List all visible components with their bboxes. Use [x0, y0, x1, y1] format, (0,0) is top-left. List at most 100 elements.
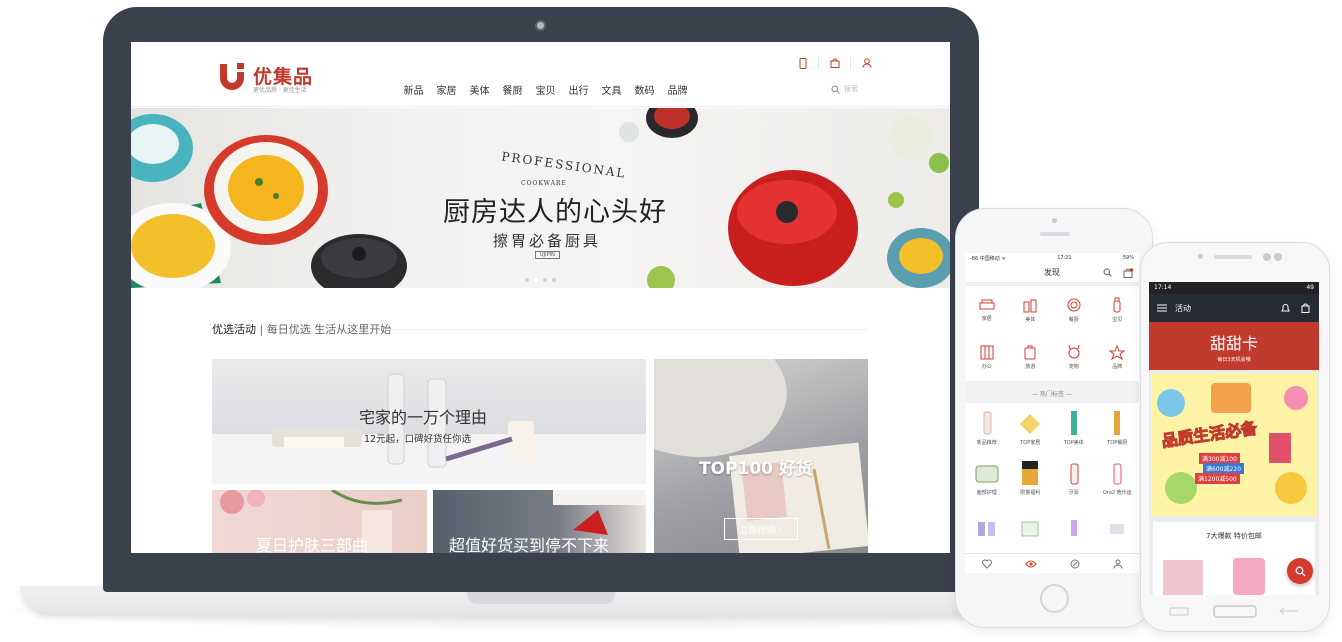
banner-title: 甜甜卡: [1209, 333, 1258, 353]
deal-card-image: [1163, 558, 1265, 595]
deal-card-title: 7大爆款 特价包邮: [1206, 532, 1262, 540]
card-title: 宅家的一万个理由: [359, 408, 488, 427]
nav-item[interactable]: 数码: [628, 82, 661, 97]
page-title: 活动: [1175, 303, 1191, 313]
nav-item[interactable]: 家居: [430, 82, 463, 97]
eye-icon[interactable]: [1024, 559, 1037, 569]
search-fab[interactable]: [1287, 558, 1313, 584]
product-item[interactable]: 限量福利: [1009, 453, 1053, 503]
phone-right-sensor: [1274, 253, 1282, 261]
banner-subtitle: 每日3天机会哦: [1217, 356, 1251, 363]
product-thumb: [1110, 524, 1125, 534]
bag-icon[interactable]: [1301, 303, 1310, 313]
page-title: 发现: [1044, 268, 1060, 277]
deal-card[interactable]: 7大爆款 特价包邮: [1153, 522, 1315, 595]
product-thumb: [1021, 521, 1039, 537]
sofa-icon: [979, 299, 995, 310]
status-time: 17:21: [1057, 255, 1072, 261]
header-icons: [787, 56, 883, 70]
menu-icon[interactable]: [1157, 304, 1167, 312]
product-grid: 新品推荐 TOP家居 TOP美体 TOP餐厨 面部护理 限量福利 牙膏 Ora2…: [965, 403, 1139, 553]
search-icon: [1295, 566, 1305, 576]
logo-tagline: 更优品质 · 更佳生活: [253, 87, 307, 94]
product-item[interactable]: [965, 503, 1009, 553]
category-item[interactable]: 旅游: [1009, 334, 1053, 382]
app-header: 发现: [965, 263, 1139, 283]
mobile-icon[interactable]: [787, 56, 819, 70]
banner-brand-sub: COOKWARE: [521, 180, 567, 187]
product-item[interactable]: [1096, 503, 1140, 553]
bag-icon[interactable]: [819, 56, 851, 70]
product-thumb: [1022, 461, 1039, 485]
search-icon[interactable]: [1103, 268, 1112, 277]
product-item[interactable]: TOP美体: [1052, 403, 1096, 453]
carousel-dot[interactable]: [525, 278, 529, 282]
status-right: 49: [1306, 284, 1314, 291]
tag-icon[interactable]: [1070, 559, 1080, 569]
product-item[interactable]: Ora2 晧乐齿: [1096, 453, 1140, 503]
nav-item[interactable]: 品牌: [661, 82, 694, 97]
tab-bar: [965, 553, 1139, 573]
promo-card-value[interactable]: 超值好货买到停不下来: [433, 490, 646, 553]
product-item[interactable]: [1052, 503, 1096, 553]
cosmetics-icon: [1023, 299, 1037, 313]
category-item[interactable]: 品牌: [1096, 334, 1140, 382]
section-subtitle: 每日优选 生活从这里开始: [266, 323, 392, 336]
user-icon[interactable]: [1113, 559, 1123, 569]
category-item[interactable]: 家居: [965, 286, 1009, 334]
nav-item[interactable]: 宝贝: [529, 82, 562, 97]
product-thumb: [1070, 463, 1079, 485]
product-item[interactable]: [1009, 503, 1053, 553]
hero-banner[interactable]: PROFESSIONAL COOKWARE 厨房达人的心头好 擦胃必备厨具 UJ…: [131, 108, 950, 288]
luggage-icon: [1024, 345, 1036, 360]
phone-right-speaker: [1214, 255, 1252, 259]
category-grid: 家居 美体 餐厨 宝贝 办公 旅游 宠物 品牌: [965, 286, 1139, 381]
product-thumb: [977, 522, 995, 536]
carousel-dot[interactable]: [552, 278, 556, 282]
status-time: 17:14: [1154, 284, 1172, 291]
activity-banner[interactable]: 甜甜卡 每日3天机会哦: [1149, 322, 1319, 370]
product-item[interactable]: 面部护理: [965, 453, 1009, 503]
category-item[interactable]: 美体: [1009, 286, 1053, 334]
promo-card-home[interactable]: 宅家的一万个理由 12元起，口碑好货任你选: [212, 359, 646, 484]
main-nav: 新品 家居 美体 餐厨 宝贝 出行 文具 数码 品牌: [397, 82, 694, 97]
user-icon[interactable]: [851, 56, 883, 70]
product-item[interactable]: TOP家居: [1009, 403, 1053, 453]
card-subtitle: 12元起，口碑好货任你选: [364, 434, 472, 445]
nav-item[interactable]: 新品: [397, 82, 430, 97]
plate-icon: [1067, 298, 1081, 312]
carousel-dot[interactable]: [543, 278, 547, 282]
phone-left-home-button[interactable]: [1040, 584, 1069, 613]
promo-poster[interactable]: 品质生活必备 满300减100 满600减220 满1200减500: [1151, 373, 1317, 516]
nav-item[interactable]: 出行: [562, 82, 595, 97]
search-placeholder: 搜索: [844, 85, 858, 93]
carousel-dot-active[interactable]: [534, 278, 538, 282]
bell-icon[interactable]: [1281, 303, 1290, 313]
cart-icon[interactable]: [1123, 268, 1133, 278]
status-carrier: -86 中国移动 ᯤ: [970, 256, 1006, 262]
category-item[interactable]: 餐厨: [1052, 286, 1096, 334]
category-item[interactable]: 办公: [965, 334, 1009, 382]
buy-now-button[interactable]: 立即抢购 ›: [724, 518, 798, 540]
nav-item[interactable]: 美体: [463, 82, 496, 97]
nav-item[interactable]: 文具: [595, 82, 628, 97]
heart-icon[interactable]: [981, 559, 992, 569]
category-item[interactable]: 宝贝: [1096, 286, 1140, 334]
search-box[interactable]: 搜索: [831, 84, 858, 94]
promo-card-skincare[interactable]: 夏日护肤三部曲: [212, 490, 427, 553]
phone-left-screen: -86 中国移动 ᯤ 17:21 59% 发现 家居 美体 餐厨 宝贝 办公 旅…: [965, 253, 1139, 573]
status-bar: 17:14 49: [1149, 282, 1319, 294]
pet-icon: [1068, 345, 1080, 359]
product-item[interactable]: TOP餐厨: [1096, 403, 1140, 453]
promo-card-top100[interactable]: TOP100 好货 立即抢购 ›: [654, 359, 868, 553]
product-item[interactable]: 新品推荐: [965, 403, 1009, 453]
status-battery: 59%: [1122, 255, 1134, 261]
carousel-dots: [525, 278, 556, 282]
app-header: 活动: [1149, 294, 1319, 322]
logo-icon[interactable]: [217, 60, 247, 94]
product-item[interactable]: 牙膏: [1052, 453, 1096, 503]
nav-item[interactable]: 餐厨: [496, 82, 529, 97]
category-item[interactable]: 宠物: [1052, 334, 1096, 382]
banner-tag: UJIPIN: [535, 251, 560, 259]
deal-tag: 满1200减500: [1195, 473, 1240, 484]
